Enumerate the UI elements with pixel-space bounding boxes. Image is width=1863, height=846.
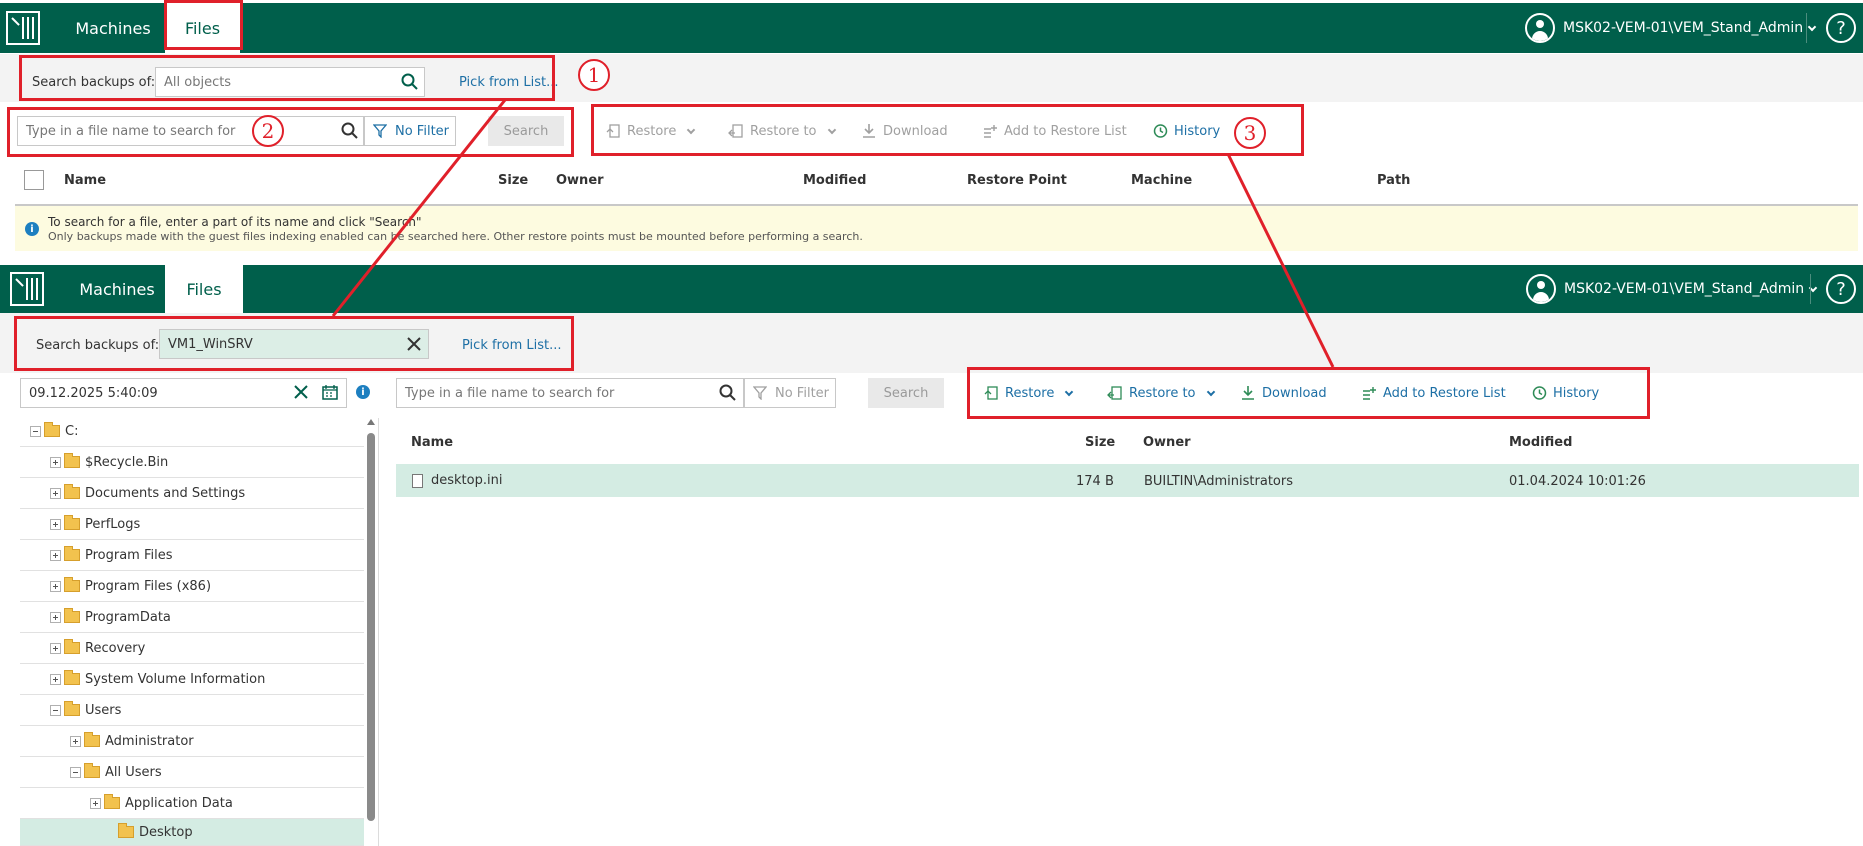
annotation-box-1b: [14, 316, 574, 371]
annotation-box-3: [591, 104, 1304, 156]
annotation-box-2: [7, 107, 574, 157]
callout-1: 1: [578, 59, 610, 91]
callout-2: 2: [252, 115, 284, 147]
callout-3: 3: [1234, 117, 1266, 149]
annotation-files-tab: [164, 0, 243, 50]
annotation-box-3b: [967, 367, 1650, 419]
annotation-box-1: [19, 55, 555, 101]
